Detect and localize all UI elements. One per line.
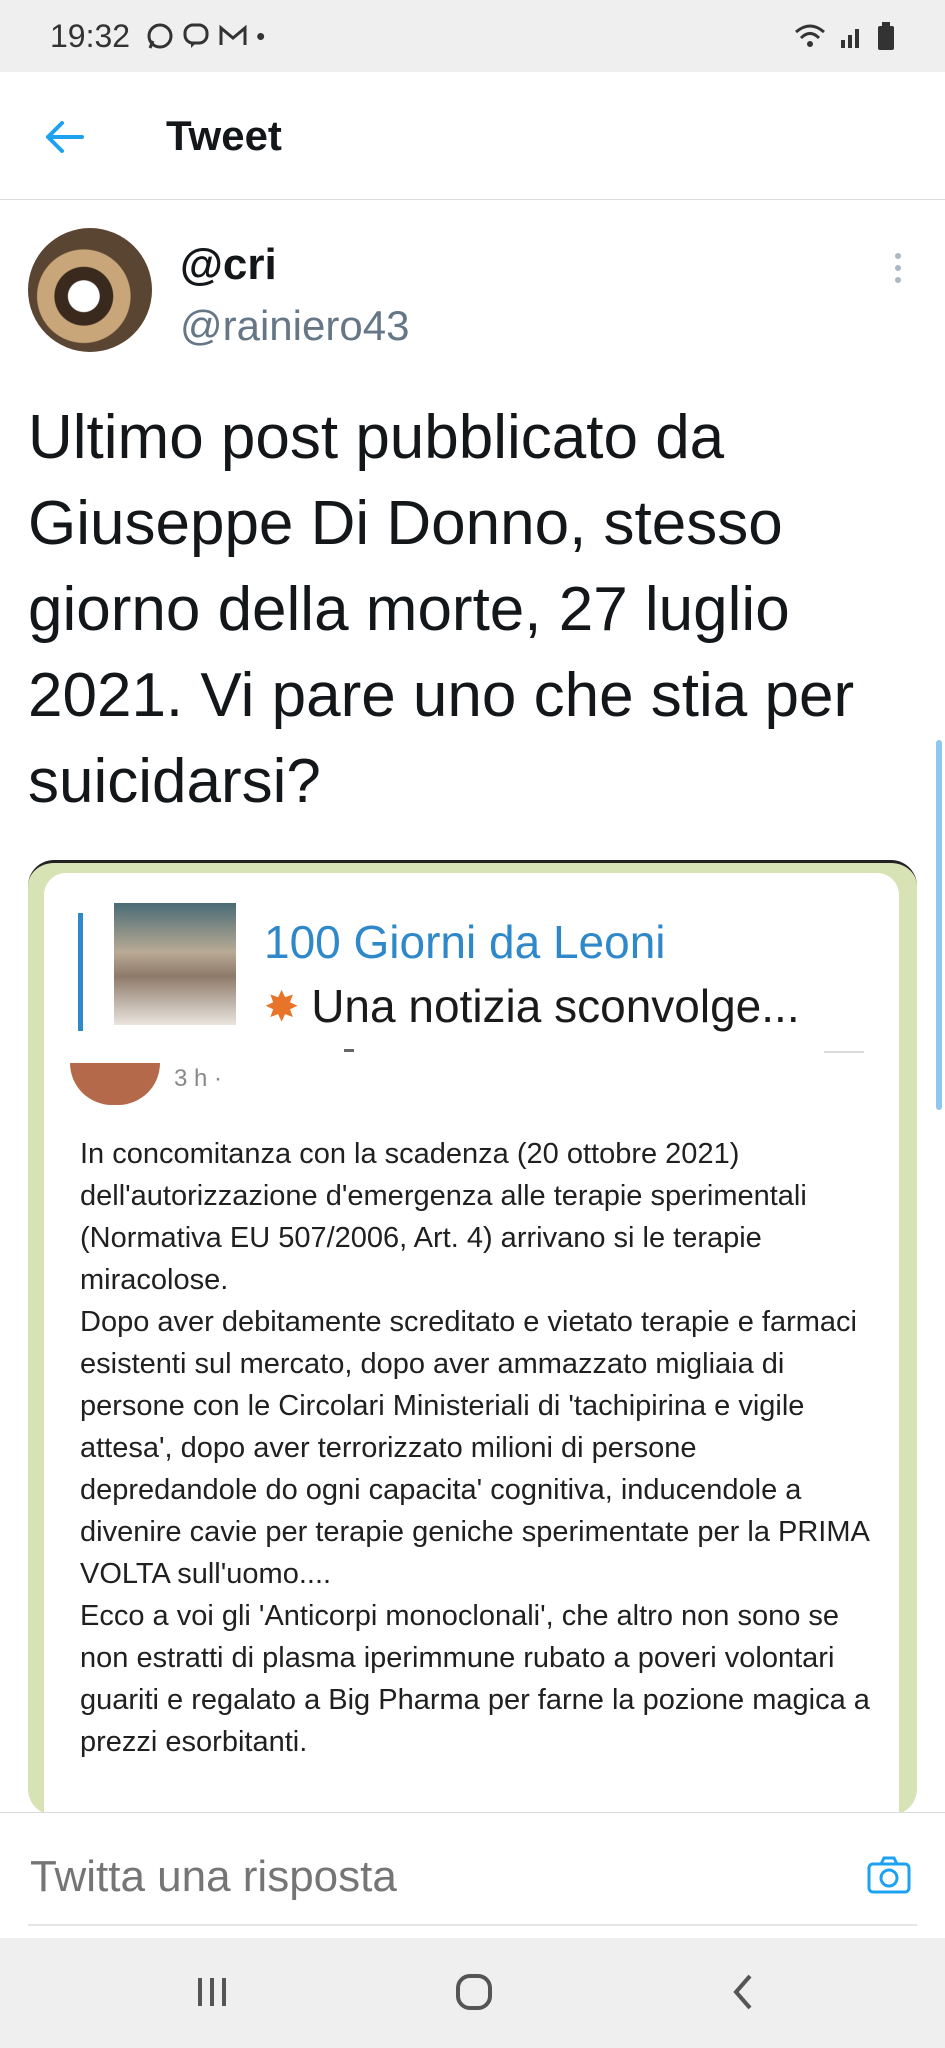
divider [824,1051,864,1053]
whatsapp-icon [147,23,173,49]
status-notification-icons: • [146,21,265,52]
wifi-icon [795,24,825,47]
camera-icon[interactable] [866,1855,912,1895]
dot-icon: • [256,20,266,51]
divider [344,1049,354,1052]
app-bar: Tweet [0,72,945,200]
battery-icon [878,22,894,50]
arrow-left-icon[interactable] [42,115,86,159]
vertical-dots-icon[interactable] [888,248,908,288]
home-icon[interactable] [454,1972,494,2012]
viber-icon [183,23,209,48]
tweet-text: Ultimo post pubblicato da Giuseppe Di Do… [28,403,855,816]
post-paragraph: Ecco a voi gli 'Anticorpi monoclonali', … [80,1600,870,1758]
page-title: Tweet [166,112,282,159]
burst-icon: ✸ [264,982,300,1030]
status-time: 19:32 [50,17,131,54]
quote-subtitle: Una notizia sconvolge... [311,980,800,1032]
status-system-icons [793,21,895,51]
post-paragraph: In concomitanza con la scadenza (20 otto… [80,1138,807,1296]
post-meta: 3 h · [174,1065,223,1092]
post-avatar [70,1063,160,1105]
quote-thumbnail [114,903,236,1025]
media-content: 100 Giorni da Leoni ✸ Una notizia sconvo… [44,873,899,1815]
display-name[interactable]: @cri [180,240,277,290]
post-text: In concomitanza con la scadenza (20 otto… [80,1133,880,1763]
user-handle[interactable]: @rainiero43 [180,302,409,350]
avatar[interactable] [28,228,152,352]
quote-subtitle-row: ✸ Una notizia sconvolge... [264,979,800,1033]
scrollbar[interactable] [936,740,942,1110]
signal-icon [841,29,859,48]
reply-input[interactable] [28,1851,812,1903]
status-bar: 19:32 • [0,0,945,72]
back-icon[interactable] [724,1972,764,2012]
quote-title: 100 Giorni da Leoni [264,916,666,968]
gmail-icon [219,24,247,45]
post-paragraph: Dopo aver debitamente screditato e vieta… [80,1306,869,1590]
reply-bar [0,1812,945,1932]
quote-bar [78,913,83,1031]
system-nav-bar [0,1938,945,2048]
recent-apps-icon[interactable] [192,1972,232,2012]
divider [28,1924,917,1926]
tweet-media-image[interactable]: 100 Giorni da Leoni ✸ Una notizia sconvo… [28,860,917,1815]
